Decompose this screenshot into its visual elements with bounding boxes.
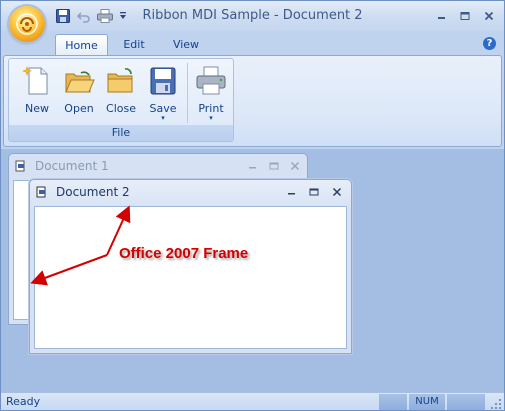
- print-button[interactable]: Print ▾: [191, 61, 231, 123]
- ribbon-group-file: New Open Close Save ▾ Print ▾ File: [8, 58, 234, 142]
- title-bar[interactable]: Ribbon MDI Sample - Document 2: [1, 1, 504, 31]
- maximize-icon: [460, 12, 470, 20]
- printer-icon: [196, 66, 226, 95]
- status-ready-text: Ready: [6, 395, 41, 408]
- customize-dropdown-icon: [120, 12, 126, 19]
- close-doc-button[interactable]: Close: [101, 61, 141, 123]
- close-button-label: Close: [106, 102, 136, 115]
- application-menu-button[interactable]: [9, 6, 45, 42]
- close-button[interactable]: [479, 7, 499, 25]
- undo-icon: [77, 12, 90, 23]
- open-folder-icon: [65, 71, 95, 93]
- open-button[interactable]: Open: [59, 61, 99, 123]
- save-disk-icon: [150, 67, 176, 95]
- ribbon-tab-row: Home Edit View ?: [1, 31, 504, 56]
- tab-edit[interactable]: Edit: [114, 34, 154, 55]
- office-logo-icon: [16, 13, 38, 35]
- print-icon: [97, 9, 113, 23]
- save-button[interactable]: Save ▾: [143, 61, 183, 123]
- status-panel-num: NUM: [409, 394, 445, 410]
- annotation-label: Office 2007 Frame: [119, 245, 249, 262]
- arrow-to-document-1-frame: [30, 254, 108, 286]
- annotation-arrows: [30, 205, 131, 286]
- save-dropdown-arrow: ▾: [161, 114, 165, 122]
- ribbon-panel: New Open Close Save ▾ Print ▾ File: [3, 55, 502, 147]
- open-button-label: Open: [64, 102, 94, 115]
- minimize-icon: [438, 17, 445, 19]
- status-bar: Ready NUM: [1, 392, 504, 410]
- qat-save-button[interactable]: [55, 8, 71, 24]
- ribbon-group-label: File: [9, 125, 233, 141]
- new-document-icon: [22, 66, 48, 95]
- maximize-button[interactable]: [455, 7, 475, 25]
- tab-home[interactable]: Home: [55, 34, 108, 56]
- qat-customize-button[interactable]: [118, 8, 128, 24]
- status-panel-scrl: [447, 394, 485, 410]
- tab-view[interactable]: View: [164, 34, 208, 55]
- ribbon-separator: [187, 63, 188, 123]
- minimize-button[interactable]: [432, 7, 452, 25]
- save-icon: [56, 9, 70, 23]
- resize-grip-icon[interactable]: [490, 398, 502, 410]
- qat-undo-button[interactable]: [76, 8, 92, 24]
- close-folder-icon: [107, 68, 133, 93]
- mdi-client-area: Document 1 Document 2 Office 2007 Frame: [1, 149, 504, 392]
- qat-print-button[interactable]: [97, 8, 113, 24]
- quick-access-toolbar: [55, 8, 128, 24]
- status-panel-caps: [379, 394, 407, 410]
- new-button-label: New: [25, 102, 49, 115]
- close-icon: [484, 11, 494, 21]
- application-window: Ribbon MDI Sample - Document 2 Home Edit…: [0, 0, 505, 411]
- help-icon[interactable]: ?: [483, 37, 496, 50]
- new-button[interactable]: New: [17, 61, 57, 123]
- print-dropdown-arrow: ▾: [209, 114, 213, 122]
